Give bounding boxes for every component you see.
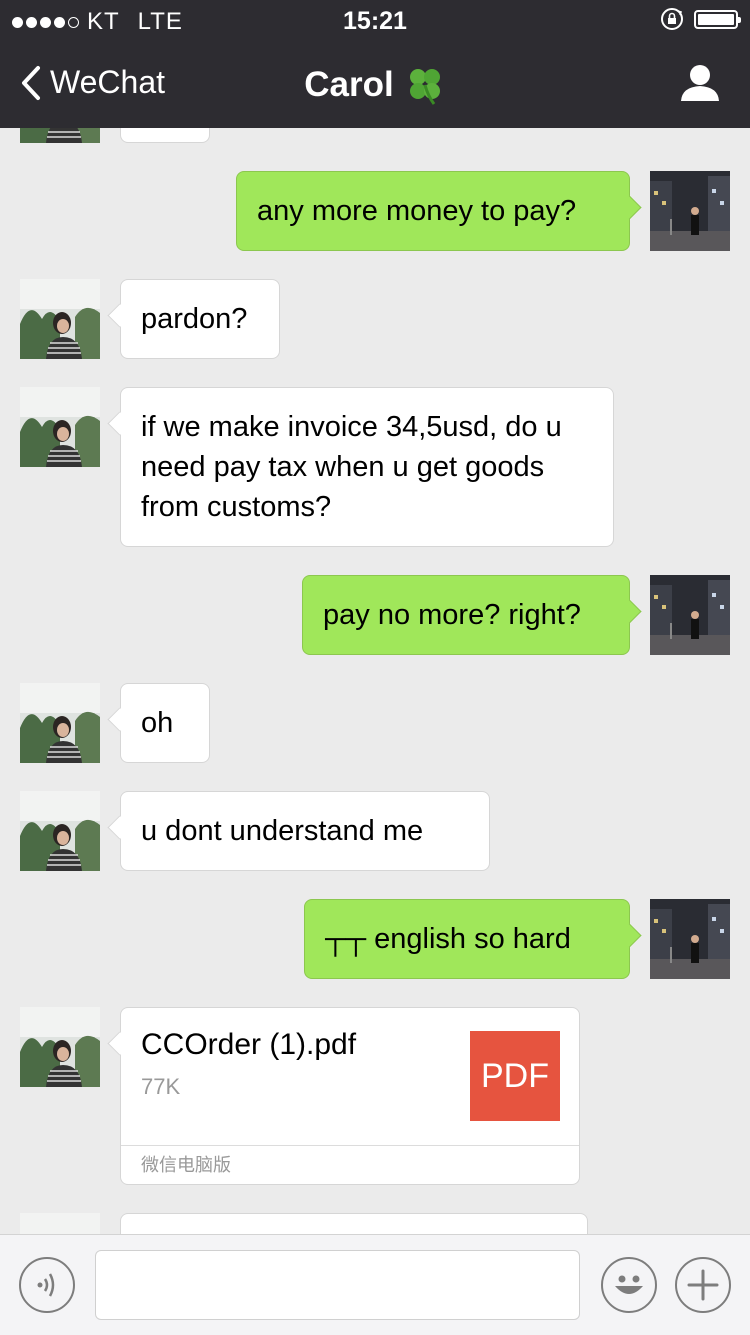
input-bar: [0, 1234, 750, 1335]
nav-bar: WeChat Carol: [0, 40, 750, 128]
contact-avatar[interactable]: [20, 128, 100, 143]
file-source-label: 微信电脑版: [121, 1145, 579, 1184]
status-bar: KT LTE 15:21: [0, 0, 750, 40]
message-text: pardon?: [141, 303, 248, 335]
contact-avatar[interactable]: [20, 1213, 100, 1234]
my-avatar[interactable]: [650, 171, 730, 251]
contact-avatar[interactable]: [20, 279, 100, 359]
more-options-button[interactable]: [675, 1257, 731, 1313]
message-text: any more money to pay?: [257, 195, 577, 227]
file-size: 77K: [141, 1074, 181, 1099]
top-bar: KT LTE 15:21 WeChat Carol: [0, 0, 750, 128]
status-time: 15:21: [343, 7, 407, 35]
message-text: if we make invoice 34,5usd, do u need pa…: [141, 411, 562, 523]
message-bubble-incoming[interactable]: u dont understand me: [120, 791, 490, 871]
voice-icon: [37, 1273, 55, 1297]
contact-avatar[interactable]: [20, 683, 100, 763]
pdf-badge-label: PDF: [481, 1056, 549, 1095]
emoji-icon: [615, 1275, 643, 1294]
message-text: u dont understand me: [141, 815, 424, 847]
my-avatar[interactable]: [650, 899, 730, 979]
message-input[interactable]: [95, 1250, 580, 1320]
contact-avatar[interactable]: [20, 387, 100, 467]
chat-title: Carol: [0, 64, 750, 106]
contact-avatar[interactable]: [20, 1007, 100, 1087]
contact-profile-icon[interactable]: [680, 64, 720, 102]
contact-avatar[interactable]: [20, 791, 100, 871]
rotation-lock-icon: [661, 8, 683, 30]
message-text: ┬┬ english so hard: [325, 923, 571, 955]
chat-history[interactable]: any more money to pay? pardon? if we mak…: [0, 128, 750, 1234]
message-bubble-partial: [120, 128, 210, 143]
file-message-card[interactable]: CCOrder (1).pdf 77K PDF 微信电脑版: [120, 1007, 580, 1185]
emoji-button[interactable]: [601, 1257, 657, 1313]
pdf-file-icon: PDF: [470, 1031, 560, 1121]
message-bubble-outgoing[interactable]: any more money to pay?: [236, 171, 630, 251]
message-bubble-partial: [120, 1213, 588, 1234]
message-bubble-incoming[interactable]: oh: [120, 683, 210, 763]
message-bubble-outgoing[interactable]: ┬┬ english so hard: [304, 899, 630, 979]
file-name: CCOrder (1).pdf: [141, 1028, 357, 1061]
contact-name: Carol: [304, 65, 394, 104]
battery-icon: [694, 9, 741, 29]
message-bubble-outgoing[interactable]: pay no more? right?: [302, 575, 630, 655]
my-avatar[interactable]: [650, 575, 730, 655]
message-bubble-incoming[interactable]: if we make invoice 34,5usd, do u need pa…: [120, 387, 614, 547]
status-right: [660, 7, 741, 31]
plus-icon: [687, 1269, 719, 1301]
message-text: oh: [141, 707, 174, 739]
four-leaf-clover-icon: [409, 69, 440, 105]
message-text: pay no more? right?: [323, 599, 581, 631]
message-bubble-incoming[interactable]: pardon?: [120, 279, 280, 359]
voice-input-button[interactable]: [19, 1257, 75, 1313]
